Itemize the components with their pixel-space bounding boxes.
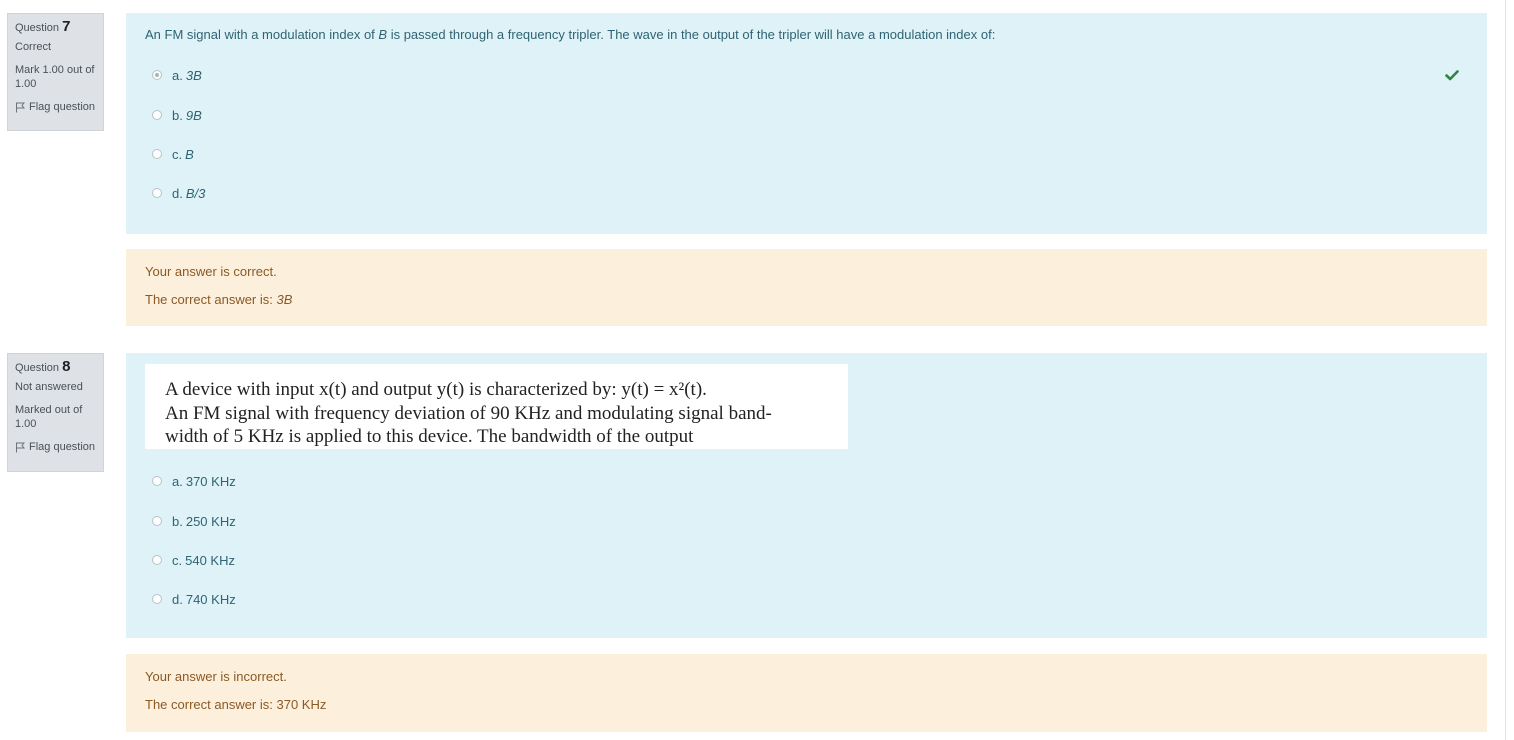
- option-value: B/3: [185, 185, 206, 201]
- question-text-part: is passed through a frequency tripler. T…: [387, 27, 996, 42]
- answer-option-c[interactable]: c. 540 KHz: [152, 550, 235, 570]
- question-number-value: 8: [62, 358, 71, 375]
- answer-option-c[interactable]: c. B: [152, 144, 194, 164]
- answer-option-d[interactable]: d. 740 KHz: [152, 589, 236, 609]
- radio-button[interactable]: [152, 149, 162, 159]
- question-image-line: width of 5 KHz is applied to this device…: [165, 426, 694, 447]
- radio-button-selected[interactable]: [152, 70, 162, 80]
- radio-button[interactable]: [152, 594, 162, 604]
- question-text-variable: B: [378, 27, 388, 42]
- answer-option-b[interactable]: b. 250 KHz: [152, 511, 236, 531]
- option-value: 540 KHz: [185, 552, 235, 568]
- question-number: Question 7: [15, 18, 96, 35]
- question-grade: Mark 1.00 out of 1.00: [15, 64, 95, 90]
- correct-answer-prefix: The correct answer is:: [145, 697, 277, 712]
- question-formulation: An FM signal with a modulation index of …: [126, 13, 1487, 234]
- question-info-panel: Question 7 Correct Mark 1.00 out of 1.00…: [7, 13, 104, 131]
- question-image-line: An FM signal with frequency deviation of…: [165, 402, 772, 424]
- flag-question-label: Flag question: [29, 441, 96, 453]
- question-label: Question: [15, 22, 60, 34]
- correct-answer-value: 3B: [276, 292, 293, 307]
- question-text: An FM signal with a modulation index of …: [145, 27, 995, 42]
- radio-button[interactable]: [152, 188, 162, 198]
- question-formulation: A device with input x(t) and output y(t)…: [126, 353, 1487, 638]
- option-letter: b.: [172, 513, 183, 529]
- feedback-result: Your answer is correct.: [145, 264, 277, 279]
- question-label: Question: [15, 362, 60, 374]
- question-image-line: A device with input x(t) and output y(t)…: [165, 379, 707, 400]
- correct-answer-text: The correct answer is: 3B: [145, 292, 292, 307]
- option-value: 740 KHz: [185, 591, 236, 607]
- check-icon: [1445, 68, 1459, 86]
- option-value: B: [185, 146, 194, 162]
- option-value: 3B: [185, 67, 202, 83]
- correct-answer-prefix: The correct answer is:: [145, 292, 277, 307]
- answer-option-a[interactable]: a. 370 KHz: [152, 471, 236, 491]
- option-letter: b.: [172, 107, 183, 123]
- radio-button[interactable]: [152, 555, 162, 565]
- flag-question-link[interactable]: Flag question: [15, 100, 96, 114]
- option-letter: c.: [172, 146, 183, 162]
- radio-button[interactable]: [152, 110, 162, 120]
- answer-option-a[interactable]: a. 3B: [152, 65, 202, 85]
- question-image: A device with input x(t) and output y(t)…: [145, 364, 848, 449]
- flag-question-label: Flag question: [29, 101, 96, 113]
- option-letter: a.: [172, 473, 183, 489]
- answer-feedback: Your answer is incorrect. The correct an…: [126, 654, 1487, 732]
- option-letter: a.: [172, 67, 183, 83]
- question-number: Question 8: [15, 358, 96, 375]
- option-letter: c.: [172, 552, 183, 568]
- correct-answer-text: The correct answer is: 370 KHz: [145, 697, 326, 712]
- flag-icon: [15, 442, 26, 453]
- feedback-result: Your answer is incorrect.: [145, 669, 287, 684]
- option-value: 250 KHz: [185, 513, 236, 529]
- flag-icon: [15, 102, 26, 113]
- radio-button[interactable]: [152, 476, 162, 486]
- question-text-part: An FM signal with a modulation index of: [145, 27, 379, 42]
- option-value: 370 KHz: [185, 473, 236, 489]
- question-state: Not answered: [15, 381, 83, 393]
- option-value: 9B: [185, 107, 202, 123]
- answer-option-b[interactable]: b. 9B: [152, 105, 202, 125]
- question-state: Correct: [15, 41, 52, 53]
- question-number-value: 7: [62, 18, 71, 35]
- option-letter: d.: [172, 185, 183, 201]
- option-letter: d.: [172, 591, 183, 607]
- correct-answer-value: 370 KHz: [276, 697, 327, 712]
- question-grade: Marked out of 1.00: [15, 404, 83, 430]
- answer-feedback: Your answer is correct. The correct answ…: [126, 249, 1487, 326]
- answer-option-d[interactable]: d. B/3: [152, 183, 205, 203]
- radio-button[interactable]: [152, 516, 162, 526]
- page-right-border: [1505, 0, 1506, 740]
- question-info-panel: Question 8 Not answered Marked out of 1.…: [7, 353, 104, 472]
- flag-question-link[interactable]: Flag question: [15, 440, 96, 454]
